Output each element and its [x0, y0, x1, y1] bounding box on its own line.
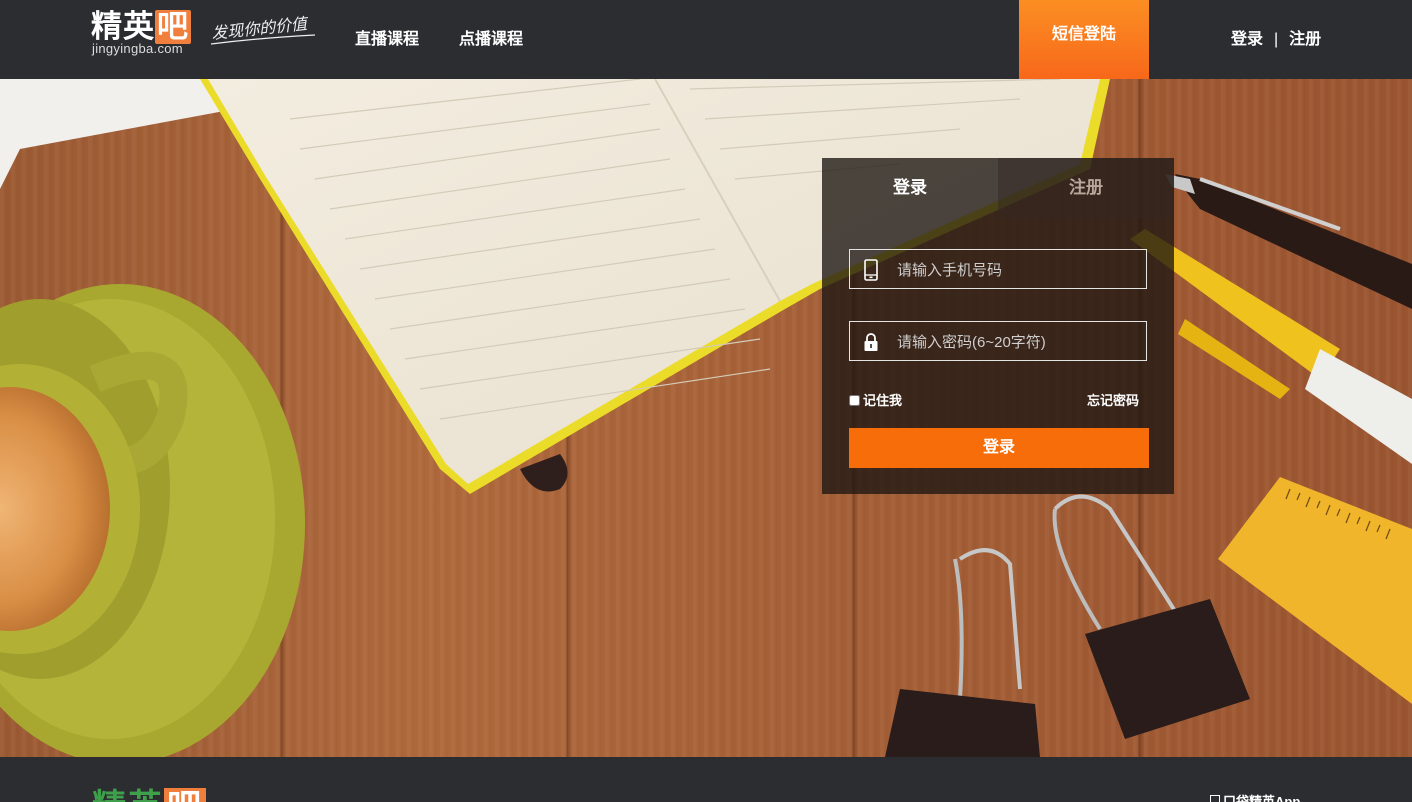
- lock-icon: [864, 333, 878, 351]
- login-tabs: 登录 注册: [822, 158, 1174, 218]
- sms-login-button[interactable]: 短信登陆: [1019, 0, 1149, 79]
- tab-login[interactable]: 登录: [822, 158, 998, 218]
- login-submit-button[interactable]: 登录: [849, 428, 1149, 468]
- header-login-link[interactable]: 登录: [1231, 31, 1263, 48]
- mobile-icon: [1210, 795, 1220, 802]
- slogan-swoosh: [210, 34, 316, 45]
- site-logo[interactable]: 精英吧 jingyingba.com 发现你的价值: [91, 10, 321, 60]
- password-field: [849, 321, 1147, 362]
- logo-domain: jingyingba.com: [92, 41, 183, 56]
- coffee-cup: [0, 284, 305, 757]
- ruler: [1218, 477, 1412, 704]
- header-separator: |: [1274, 31, 1279, 48]
- forgot-password-link[interactable]: 忘记密码: [1087, 390, 1139, 409]
- phone-field: [849, 249, 1147, 290]
- remember-checkbox[interactable]: [849, 395, 860, 406]
- tab-register[interactable]: 注册: [998, 158, 1174, 218]
- footer-app-label: 口袋精英App: [1223, 794, 1301, 802]
- remember-label: 记住我: [863, 393, 903, 408]
- footer-app-link[interactable]: 口袋精英App: [1210, 791, 1300, 802]
- nav-live-courses[interactable]: 直播课程: [355, 25, 419, 49]
- hero-background: 登录 注册 记住我 忘记密码 登录: [0, 79, 1412, 757]
- phone-input[interactable]: [895, 250, 1144, 290]
- header-auth-links: 登录 | 注册: [1231, 25, 1321, 49]
- login-panel: 登录 注册 记住我 忘记密码 登录: [822, 158, 1174, 494]
- footer: 精英吧 口袋精英App: [0, 757, 1412, 802]
- phone-icon: [864, 259, 878, 281]
- footer-logo: 精英吧: [92, 787, 206, 802]
- nav-vod-courses[interactable]: 点播课程: [459, 25, 523, 49]
- desk-photo: [0, 79, 1412, 757]
- header-register-link[interactable]: 注册: [1289, 31, 1321, 48]
- binder-clips: [885, 494, 1250, 757]
- password-input[interactable]: [895, 322, 1144, 362]
- remember-me[interactable]: 记住我: [848, 390, 902, 409]
- logo-chinese: 精英吧: [91, 9, 191, 44]
- paper-sheet: [0, 79, 235, 189]
- top-header: 精英吧 jingyingba.com 发现你的价值 直播课程 点播课程 短信登陆…: [0, 0, 1412, 79]
